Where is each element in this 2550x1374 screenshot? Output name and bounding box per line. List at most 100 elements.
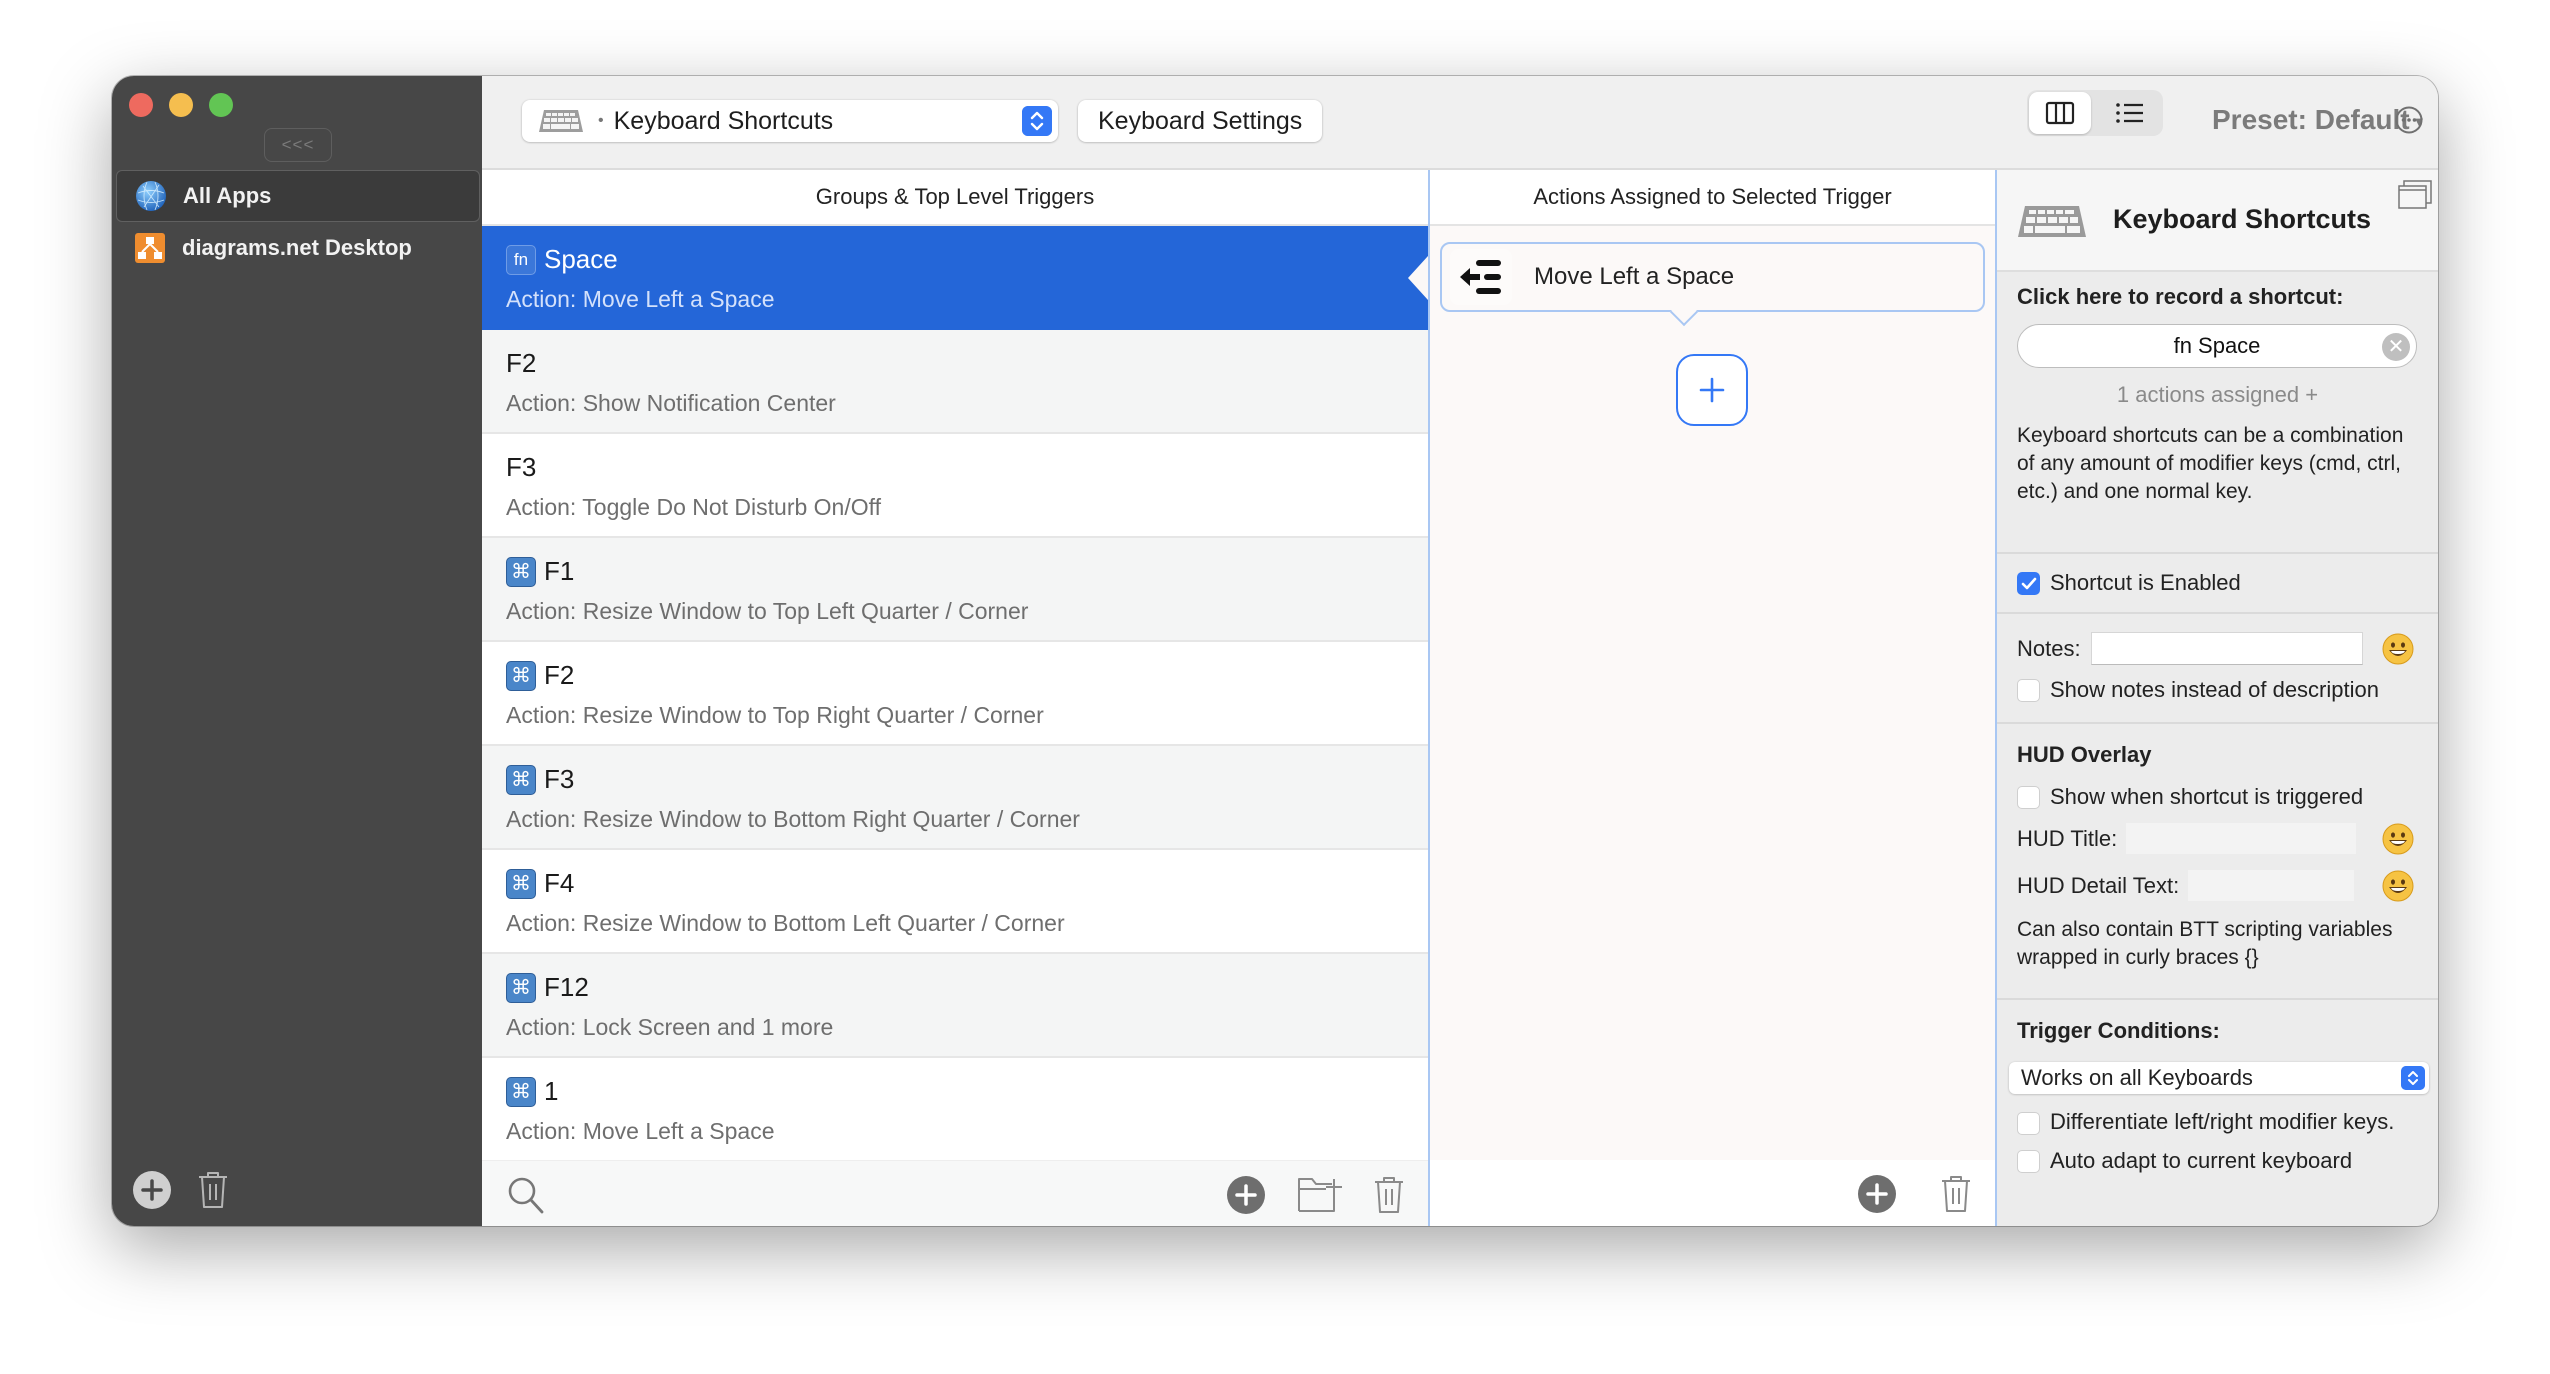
preset-menu[interactable]: Preset: Default ▾ — [2212, 104, 2423, 136]
add-group-folder-button[interactable] — [1296, 1175, 1342, 1215]
sidebar-item-all-apps[interactable]: All Apps — [116, 170, 480, 222]
trigger-row[interactable]: ⌘ F4 Action: Resize Window to Bottom Left … — [482, 850, 1428, 954]
trigger-row[interactable]: ⌘ 1 Action: Move Left a Space — [482, 1058, 1428, 1162]
zoom-window-button[interactable] — [209, 93, 233, 117]
trigger-title: ⌘ F4 — [506, 868, 574, 899]
trigger-action-summary: Action: Resize Window to Bottom Left Qua… — [506, 910, 1065, 936]
trigger-row[interactable]: ⌘ F3 Action: Resize Window to Bottom Right… — [482, 746, 1428, 850]
shortcut-enabled-label: Shortcut is Enabled — [2050, 570, 2241, 595]
hud-title-input[interactable] — [2125, 822, 2358, 855]
shortcut-enabled-checkbox[interactable]: Shortcut is Enabled — [2017, 570, 2418, 596]
preset-label: Preset: Default — [2212, 104, 2410, 135]
trigger-row[interactable]: F2 Action: Show Notification Center — [482, 330, 1428, 434]
delete-action-button[interactable] — [1939, 1174, 1973, 1214]
actions-panel: Actions Assigned to Selected Trigger Mov… — [1428, 170, 1995, 1226]
delete-trigger-button[interactable] — [1372, 1175, 1406, 1215]
hud-overlay-heading: HUD Overlay — [2017, 742, 2152, 767]
move-left-space-icon — [1460, 260, 1501, 294]
action-item[interactable]: Move Left a Space — [1440, 242, 1985, 327]
add-app-button[interactable] — [132, 1170, 172, 1210]
trigger-type-select[interactable]: • Keyboard Shortcuts — [522, 100, 1058, 142]
trigger-key: F2 — [506, 348, 537, 378]
emoji-picker-button[interactable] — [2382, 633, 2414, 665]
delete-app-button[interactable] — [196, 1170, 230, 1210]
trigger-conditions-section: Trigger Conditions: Works on all Keyboar… — [1997, 1000, 2438, 1174]
auto-adapt-checkbox[interactable]: Auto adapt to current keyboard — [2017, 1148, 2418, 1174]
command-key-icon: ⌘ — [506, 868, 536, 899]
actions-footer — [1430, 1160, 1995, 1226]
close-window-button[interactable] — [129, 93, 153, 117]
trigger-row[interactable]: ⌘ F1 Action: Resize Window to Top Left Qua… — [482, 538, 1428, 642]
trigger-key: F4 — [544, 868, 575, 898]
checkbox[interactable] — [2017, 786, 2040, 809]
clear-shortcut-button[interactable]: ✕ — [2382, 333, 2410, 361]
shortcut-recorder-field[interactable]: fn Space ✕ — [2017, 324, 2417, 368]
add-action-footer-button[interactable] — [1857, 1174, 1897, 1214]
inspector-title: Keyboard Shortcuts — [2113, 204, 2372, 234]
trigger-title: ⌘ F12 — [506, 972, 589, 1003]
checkbox[interactable] — [2017, 572, 2040, 595]
collapse-sidebar-button[interactable]: <<< — [264, 128, 332, 162]
checkbox[interactable] — [2017, 679, 2040, 702]
list-view-button[interactable] — [2099, 92, 2161, 134]
view-mode-segmented-control — [2027, 90, 2163, 136]
app-window: <<< All Apps diagrams.net Desktop • Keyb… — [112, 76, 2438, 1226]
toolbar: • Keyboard Shortcuts Keyboard Settings P… — [482, 76, 2438, 170]
sidebar-item-diagrams-net[interactable]: diagrams.net Desktop — [116, 222, 480, 274]
trigger-row[interactable]: ⌘ F2 Action: Resize Window to Top Right Qu… — [482, 642, 1428, 746]
keyboard-condition-select[interactable]: Works on all Keyboards — [2009, 1062, 2429, 1094]
triggers-footer-tools — [1226, 1175, 1406, 1215]
list-icon — [2116, 103, 2143, 123]
chevron-updown-icon — [1022, 106, 1052, 136]
trigger-action-summary: Action: Resize Window to Top Left Quarte… — [506, 598, 1029, 624]
detach-window-icon[interactable] — [2398, 180, 2432, 210]
minimize-window-button[interactable] — [169, 93, 193, 117]
show-notes-checkbox[interactable]: Show notes instead of description — [2017, 677, 2418, 703]
hud-note: Can also contain BTT scripting variables… — [2017, 918, 2393, 969]
triggers-column-header: Groups & Top Level Triggers — [482, 170, 1428, 226]
keyboard-condition-value: Works on all Keyboards — [2021, 1065, 2253, 1090]
keyboard-settings-button[interactable]: Keyboard Settings — [1078, 100, 1323, 142]
notes-row: Notes: — [2017, 632, 2418, 665]
triggers-list: fn Space Action: Move Left a Space F2 Action… — [482, 226, 1428, 1162]
notes-input[interactable] — [2090, 632, 2363, 665]
shortcut-description: Keyboard shortcuts can be a combination … — [2017, 424, 2404, 503]
window-controls — [129, 93, 233, 117]
trigger-type-value: Keyboard Shortcuts — [613, 106, 834, 135]
trigger-key: F12 — [544, 972, 589, 1002]
add-action-button[interactable] — [1676, 354, 1748, 426]
notes-section: Notes: Show notes instead of description — [1997, 614, 2438, 724]
columns-view-button[interactable] — [2029, 92, 2091, 134]
emoji-picker-button[interactable] — [2382, 870, 2414, 902]
triggers-panel: Groups & Top Level Triggers fn Space Actio… — [482, 170, 1428, 1226]
add-trigger-button[interactable] — [1226, 1175, 1266, 1215]
action-label: Move Left a Space — [1534, 263, 1735, 290]
triggers-footer — [482, 1160, 1428, 1226]
trigger-conditions-heading: Trigger Conditions: — [2017, 1018, 2220, 1043]
checkbox[interactable] — [2017, 1150, 2040, 1173]
trigger-row[interactable]: ⌘ F12 Action: Lock Screen and 1 more — [482, 954, 1428, 1058]
checkbox[interactable] — [2017, 1112, 2040, 1135]
trigger-title: F2 — [506, 348, 536, 379]
hud-show-checkbox[interactable]: Show when shortcut is triggered — [2017, 784, 2418, 810]
trigger-key: F3 — [544, 764, 575, 794]
diagrams-app-icon — [135, 233, 165, 263]
trigger-title: F3 — [506, 452, 536, 483]
trigger-row[interactable]: F3 Action: Toggle Do Not Disturb On/Off — [482, 434, 1428, 538]
differentiate-label: Differentiate left/right modifier keys. — [2050, 1109, 2395, 1134]
trigger-key: Space — [544, 244, 618, 274]
sidebar-item-label: diagrams.net Desktop — [182, 235, 412, 260]
trigger-action-summary: Action: Lock Screen and 1 more — [506, 1014, 834, 1040]
hud-detail-input[interactable] — [2187, 869, 2356, 902]
auto-adapt-label: Auto adapt to current keyboard — [2050, 1148, 2353, 1173]
actions-assigned-link[interactable]: 1 actions assigned + — [2017, 382, 2418, 408]
differentiate-modifiers-checkbox[interactable]: Differentiate left/right modifier keys. — [2017, 1109, 2418, 1136]
plus-icon — [1699, 377, 1725, 403]
search-button[interactable] — [506, 1175, 546, 1215]
trigger-row[interactable]: fn Space Action: Move Left a Space — [482, 226, 1428, 330]
emoji-picker-button[interactable] — [2382, 823, 2414, 855]
separator-dot: • — [598, 112, 604, 129]
more-options-button[interactable] — [2395, 106, 2423, 134]
trigger-title: ⌘ 1 — [506, 1076, 558, 1107]
trigger-action-summary: Action: Move Left a Space — [506, 1118, 775, 1144]
